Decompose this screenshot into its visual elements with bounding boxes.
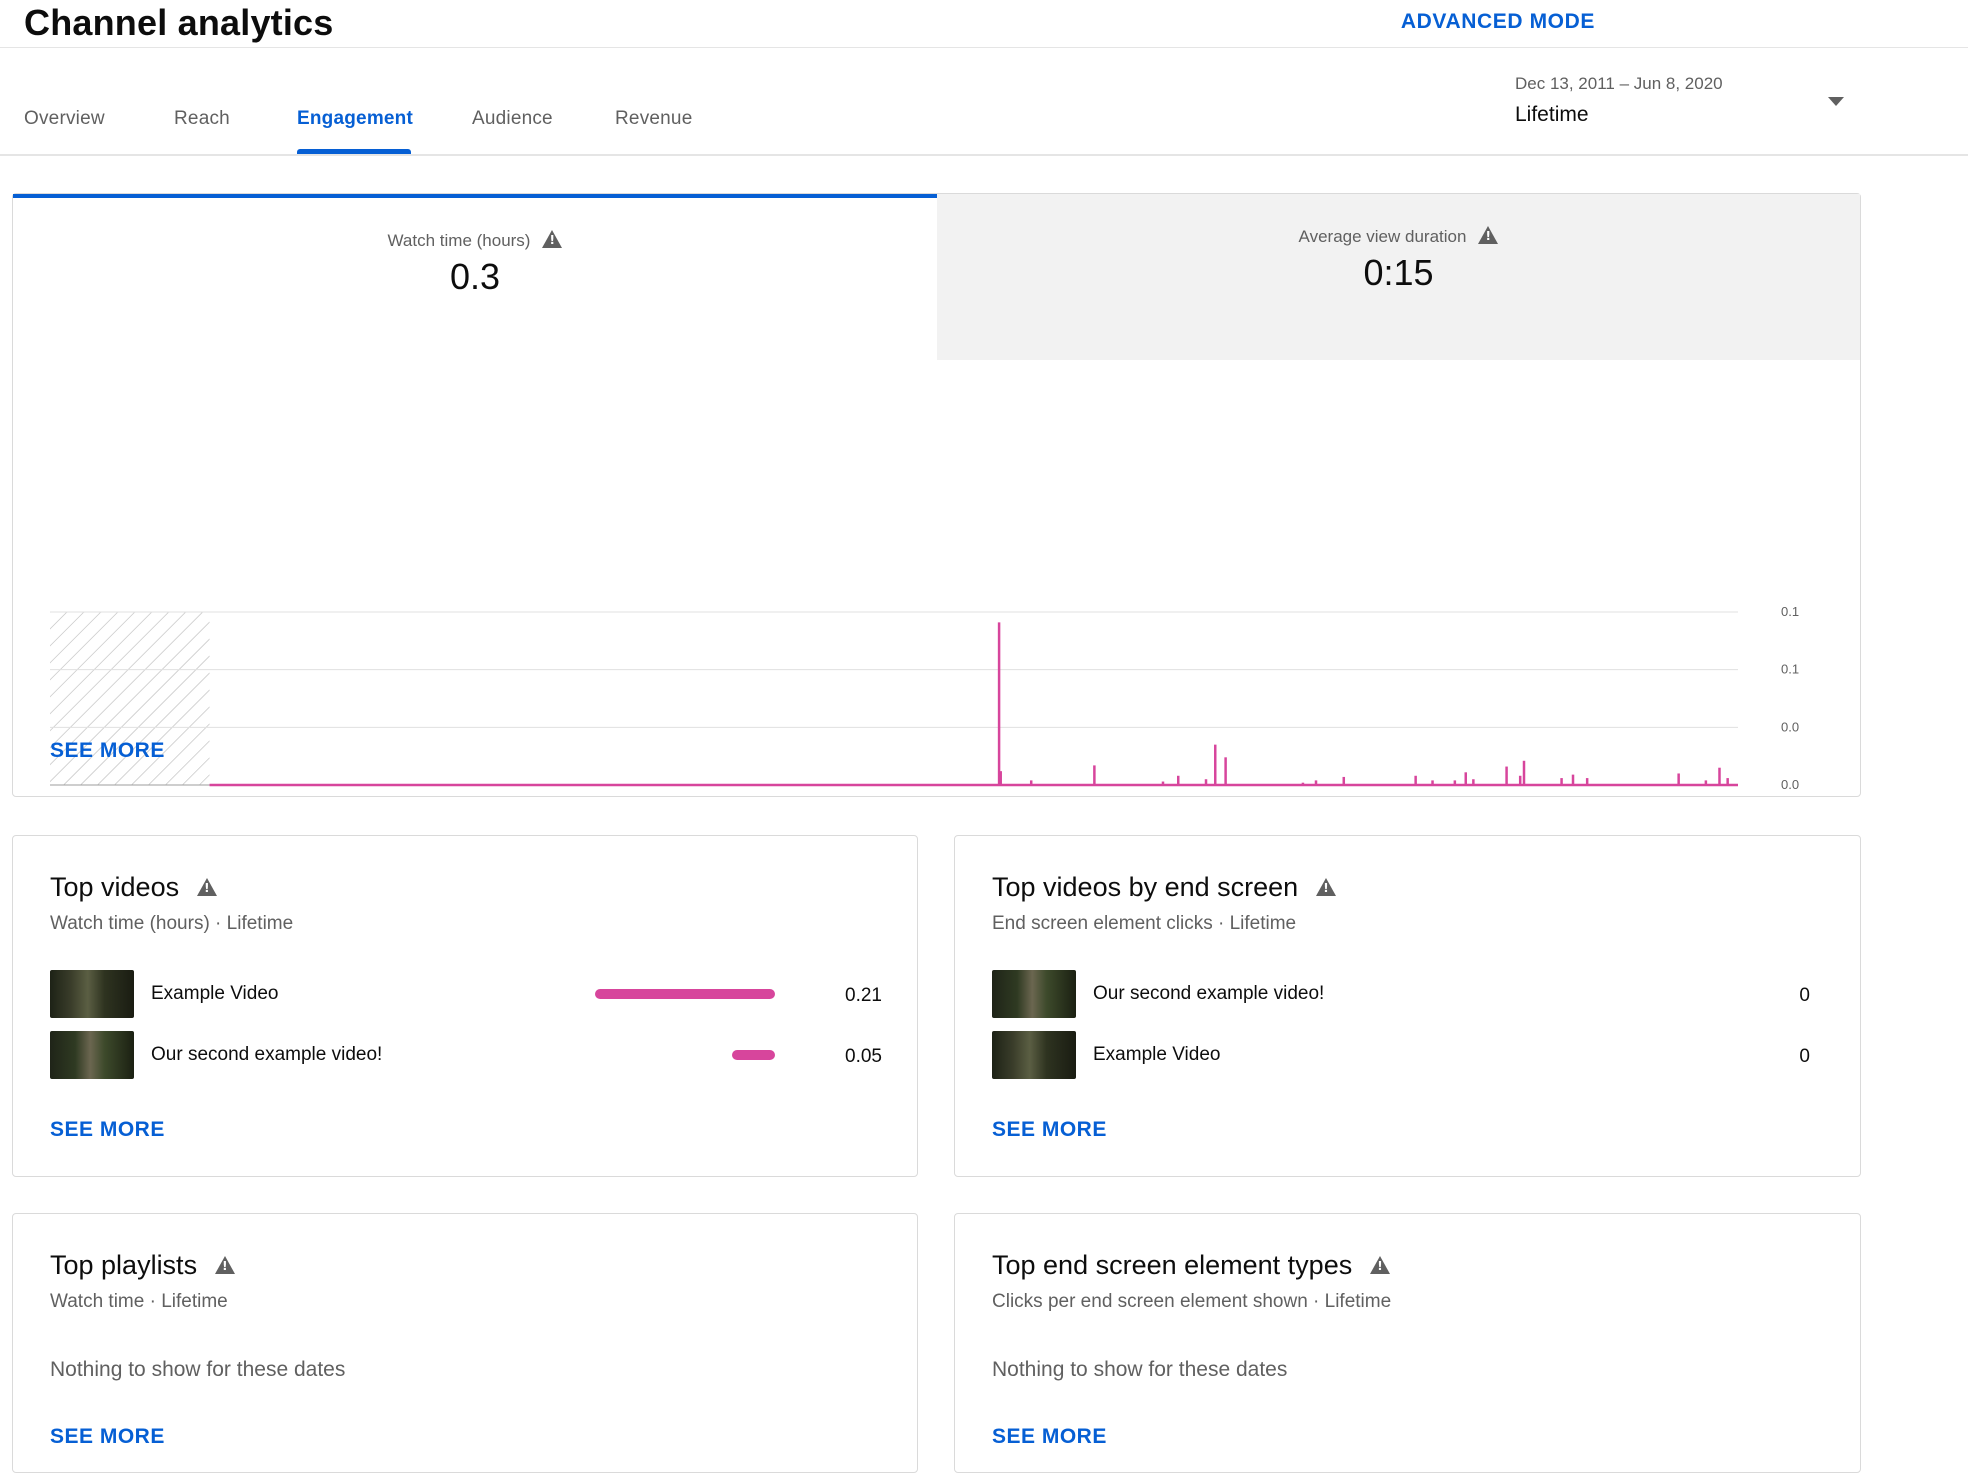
see-more-button[interactable]: SEE MORE [50, 1425, 165, 1449]
list-item[interactable]: Example Video 0.21 [50, 970, 882, 1020]
date-range-text[interactable]: Dec 13, 2011 – Jun 8, 2020 [1515, 74, 1723, 94]
list-item[interactable]: Our second example video! 0.05 [50, 1031, 882, 1081]
empty-state-message: Nothing to show for these dates [992, 1358, 1288, 1381]
tab-reach[interactable]: Reach [174, 108, 230, 130]
y-tick-label: 0.1 [1781, 662, 1799, 677]
see-more-button[interactable]: SEE MORE [992, 1118, 1107, 1142]
y-tick-label: 0.0 [1781, 777, 1799, 790]
card-title: Top end screen element types [992, 1250, 1391, 1281]
card-title: Top videos [50, 872, 218, 903]
metric-value: 0.3 [449, 256, 501, 297]
row-value: 0.05 [845, 1046, 882, 1067]
video-thumbnail[interactable] [992, 1031, 1076, 1079]
empty-state-message: Nothing to show for these dates [50, 1358, 346, 1381]
row-value: 0.21 [845, 985, 882, 1006]
tab-overview[interactable]: Overview [24, 108, 105, 130]
tab-revenue[interactable]: Revenue [615, 108, 692, 130]
metric-value: 0:15 [1363, 252, 1434, 293]
y-tick-label: 0.1 [1781, 604, 1799, 619]
chevron-down-icon[interactable] [1828, 97, 1844, 106]
card-subtitle: Watch time (hours) · Lifetime [50, 913, 294, 934]
top-playlists-card: Top playlists Watch time · Lifetime Noth… [12, 1213, 918, 1473]
warning-icon[interactable] [197, 878, 218, 896]
video-thumbnail[interactable] [992, 970, 1076, 1018]
video-thumbnail[interactable] [50, 970, 134, 1018]
see-more-button[interactable]: SEE MORE [50, 739, 165, 763]
header-divider [0, 47, 1968, 48]
value-bar [595, 989, 775, 999]
card-subtitle: Watch time · Lifetime [50, 1291, 228, 1312]
video-title[interactable]: Our second example video! [151, 1044, 382, 1066]
video-title[interactable]: Example Video [1093, 1044, 1220, 1066]
see-more-button[interactable]: SEE MORE [50, 1118, 165, 1142]
date-range-label[interactable]: Lifetime [1515, 103, 1589, 127]
metric-tab-avg-view-duration[interactable]: Average view duration 0:15 [937, 194, 1860, 360]
y-tick-label: 0.0 [1781, 719, 1799, 734]
tab-engagement[interactable]: Engagement [297, 108, 413, 130]
advanced-mode-button[interactable]: ADVANCED MODE [1401, 10, 1595, 34]
list-item[interactable]: Our second example video! 0 [992, 970, 1824, 1020]
see-more-button[interactable]: SEE MORE [992, 1425, 1107, 1449]
tab-audience[interactable]: Audience [472, 108, 553, 130]
card-title: Top playlists [50, 1250, 236, 1281]
video-title[interactable]: Our second example video! [1093, 983, 1324, 1005]
list-item[interactable]: Example Video 0 [992, 1031, 1824, 1081]
top-element-types-card: Top end screen element types Clicks per … [954, 1213, 1861, 1473]
warning-icon[interactable] [1370, 1256, 1391, 1274]
metric-label: Average view duration [937, 226, 1860, 247]
warning-icon[interactable] [1478, 226, 1499, 244]
warning-icon[interactable] [215, 1256, 236, 1274]
row-value: 0 [1799, 985, 1810, 1006]
warning-icon[interactable] [1316, 878, 1337, 896]
card-title: Top videos by end screen [992, 872, 1337, 903]
row-value: 0 [1799, 1046, 1810, 1067]
metric-tab-watch-time[interactable]: Watch time (hours) 0.3 [13, 194, 937, 360]
metrics-chart-card: Watch time (hours) 0.3 Average view dura… [12, 193, 1861, 797]
card-subtitle: Clicks per end screen element shown · Li… [992, 1291, 1392, 1312]
video-thumbnail[interactable] [50, 1031, 134, 1079]
tabs-divider [0, 154, 1968, 156]
warning-icon[interactable] [542, 230, 563, 248]
top-end-screen-card: Top videos by end screen End screen elem… [954, 835, 1861, 1177]
metric-label: Watch time (hours) [13, 230, 937, 251]
card-subtitle: End screen element clicks · Lifetime [992, 913, 1297, 934]
video-title[interactable]: Example Video [151, 983, 278, 1005]
top-videos-card: Top videos Watch time (hours) · Lifetime… [12, 835, 918, 1177]
watch-time-chart: 0.10.10.00.0Dec 13, 2011May 13, 2013Oct … [50, 604, 1799, 790]
page-title: Channel analytics [24, 2, 334, 43]
value-bar [732, 1050, 775, 1060]
